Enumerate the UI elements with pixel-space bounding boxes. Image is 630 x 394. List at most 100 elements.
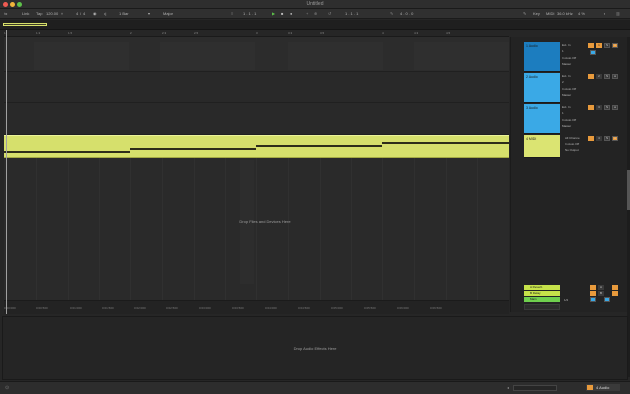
overview-selection[interactable] bbox=[3, 23, 47, 26]
monitor-switch[interactable]: In Auto Off bbox=[562, 56, 576, 60]
volume-field[interactable] bbox=[590, 50, 596, 55]
midi-clip[interactable] bbox=[4, 135, 509, 158]
monitor-switch[interactable]: In Auto Off bbox=[565, 142, 579, 146]
loop-back-icon[interactable]: ↺ bbox=[328, 11, 331, 16]
overload-icon: ◑ bbox=[603, 11, 606, 16]
record-icon[interactable]: ● bbox=[290, 11, 292, 16]
input-channel-select[interactable]: 1 bbox=[562, 49, 564, 53]
main-output-select[interactable]: 1/2 bbox=[564, 298, 568, 302]
link-button[interactable]: Link bbox=[22, 11, 29, 16]
follow-icon[interactable]: ≡ bbox=[231, 11, 233, 16]
track-activator[interactable] bbox=[588, 105, 594, 110]
main-pan[interactable] bbox=[604, 297, 610, 302]
return-activator-b[interactable] bbox=[590, 291, 596, 296]
input-channel-select[interactable]: 1 bbox=[562, 111, 564, 115]
input-type-select[interactable]: Ext. In bbox=[562, 74, 571, 78]
track-lane-2[interactable] bbox=[4, 72, 509, 103]
track-activator[interactable] bbox=[588, 74, 594, 79]
arrangement-view[interactable] bbox=[4, 37, 509, 300]
main-volume[interactable] bbox=[590, 297, 596, 302]
computer-keyboard-icon[interactable]: ▥ bbox=[616, 11, 620, 16]
track-header-2[interactable]: 2 Audio bbox=[524, 73, 560, 103]
monitor-switch[interactable]: In Auto Off bbox=[562, 87, 576, 91]
time-tick: 0:02:000 bbox=[134, 306, 146, 310]
input-type-select[interactable]: Ext. In bbox=[562, 105, 571, 109]
return-track-b[interactable]: B Delay bbox=[524, 291, 560, 296]
midi-note[interactable] bbox=[130, 148, 256, 150]
automation-arm-icon[interactable]: ⊕ bbox=[314, 11, 317, 16]
arm-button[interactable]: ● bbox=[612, 105, 618, 110]
mini-overview[interactable] bbox=[513, 385, 557, 391]
track-header-4[interactable]: 4 MIDI bbox=[524, 135, 560, 158]
stop-icon[interactable]: ■ bbox=[281, 11, 283, 16]
midi-note[interactable] bbox=[256, 145, 382, 147]
track-header-1[interactable]: 1 Audio bbox=[524, 42, 560, 72]
input-type-select[interactable]: Ext. In bbox=[562, 43, 571, 47]
playhead[interactable] bbox=[6, 30, 7, 314]
arrows-icon[interactable]: ⇆ bbox=[4, 11, 7, 16]
track-lane-3[interactable] bbox=[4, 103, 509, 135]
track-header-3[interactable]: 3 Audio bbox=[524, 104, 560, 134]
return-activator-a[interactable] bbox=[590, 285, 596, 290]
loop-length-field[interactable]: 4 . 0 . 0 bbox=[400, 11, 413, 16]
info-icon[interactable]: ⊙ bbox=[5, 385, 9, 391]
input-type-select[interactable]: All Channe bbox=[565, 136, 580, 140]
tempo-nudge-icon[interactable]: ⏸ bbox=[61, 11, 63, 16]
ruler-tick: 2 bbox=[130, 31, 132, 35]
position-field[interactable]: 1 . 1 . 1 bbox=[243, 11, 256, 16]
meter-denominator[interactable]: 4 bbox=[83, 11, 85, 16]
arm-button[interactable]: ● bbox=[612, 43, 618, 48]
track-number[interactable]: 1 bbox=[596, 43, 602, 48]
track-name[interactable]: 1 Audio bbox=[526, 44, 538, 48]
return-solo-b[interactable] bbox=[612, 291, 618, 296]
arrow-left-icon[interactable]: ◂ bbox=[507, 385, 509, 390]
midi-note[interactable] bbox=[4, 151, 130, 153]
output-select[interactable]: Master bbox=[562, 93, 571, 97]
draw-mode-icon[interactable]: ✎ bbox=[390, 11, 393, 16]
return-track-a[interactable]: A Reverb bbox=[524, 285, 560, 290]
solo-button[interactable]: S bbox=[604, 43, 610, 48]
pencil-icon[interactable]: ✎ bbox=[523, 11, 526, 16]
metronome-icon[interactable]: ◉ bbox=[93, 11, 97, 16]
solo-button[interactable]: S bbox=[604, 105, 610, 110]
midi-note[interactable] bbox=[382, 142, 509, 144]
play-icon[interactable]: ▶ bbox=[272, 11, 275, 16]
key-map-button[interactable]: Key bbox=[533, 11, 540, 16]
track-number[interactable]: 2 bbox=[596, 74, 602, 79]
midi-map-button[interactable]: MIDI bbox=[546, 11, 554, 16]
track-name[interactable]: 2 Audio bbox=[526, 75, 538, 79]
metronome-toggle[interactable]: •| bbox=[104, 11, 106, 16]
return-solo-a[interactable] bbox=[612, 285, 618, 290]
cue-output[interactable] bbox=[524, 304, 560, 310]
tap-button[interactable]: Tap bbox=[36, 11, 42, 16]
output-select[interactable]: Master bbox=[562, 124, 571, 128]
loop-start-field[interactable]: 1 . 1 . 1 bbox=[345, 11, 358, 16]
quantize-select[interactable]: 1 Bar bbox=[119, 11, 129, 16]
scale-toggle[interactable]: ▾ bbox=[148, 11, 150, 16]
track-number[interactable]: 3 bbox=[596, 105, 602, 110]
meter-numerator[interactable]: 4 bbox=[76, 11, 78, 16]
arm-button[interactable]: ● bbox=[612, 74, 618, 79]
time-tick: 0:01:500 bbox=[102, 306, 114, 310]
monitor-switch[interactable]: In Auto Off bbox=[562, 118, 576, 122]
tempo-field[interactable]: 120.00 bbox=[46, 11, 58, 16]
output-select[interactable]: Master bbox=[562, 62, 571, 66]
time-ruler[interactable]: 0:00:000 0:00:500 0:01:000 0:01:500 0:02… bbox=[4, 300, 509, 314]
beat-ruler[interactable]: 1 1.3 1.5 2 2.3 2.5 3 3.3 3.5 4 4.3 4.5 bbox=[4, 30, 509, 37]
arm-button[interactable]: ● bbox=[612, 136, 618, 141]
return-letter-a[interactable]: A bbox=[598, 285, 604, 290]
session-record-icon[interactable]: + bbox=[306, 11, 308, 16]
track-activator[interactable] bbox=[588, 136, 594, 141]
track-number[interactable]: 4 bbox=[596, 136, 602, 141]
return-letter-b[interactable]: B bbox=[598, 291, 604, 296]
output-select[interactable]: No Output bbox=[565, 148, 579, 152]
key-select[interactable]: Major bbox=[163, 11, 173, 16]
track-name[interactable]: 3 Audio bbox=[526, 106, 538, 110]
track-name[interactable]: 4 MIDI bbox=[526, 137, 536, 141]
track-activator[interactable] bbox=[588, 43, 594, 48]
input-channel-select[interactable]: 2 bbox=[562, 80, 564, 84]
main-track[interactable]: Main bbox=[524, 297, 560, 302]
solo-button[interactable]: S bbox=[604, 74, 610, 79]
arrangement-overview[interactable] bbox=[0, 20, 630, 30]
solo-button[interactable]: S bbox=[604, 136, 610, 141]
